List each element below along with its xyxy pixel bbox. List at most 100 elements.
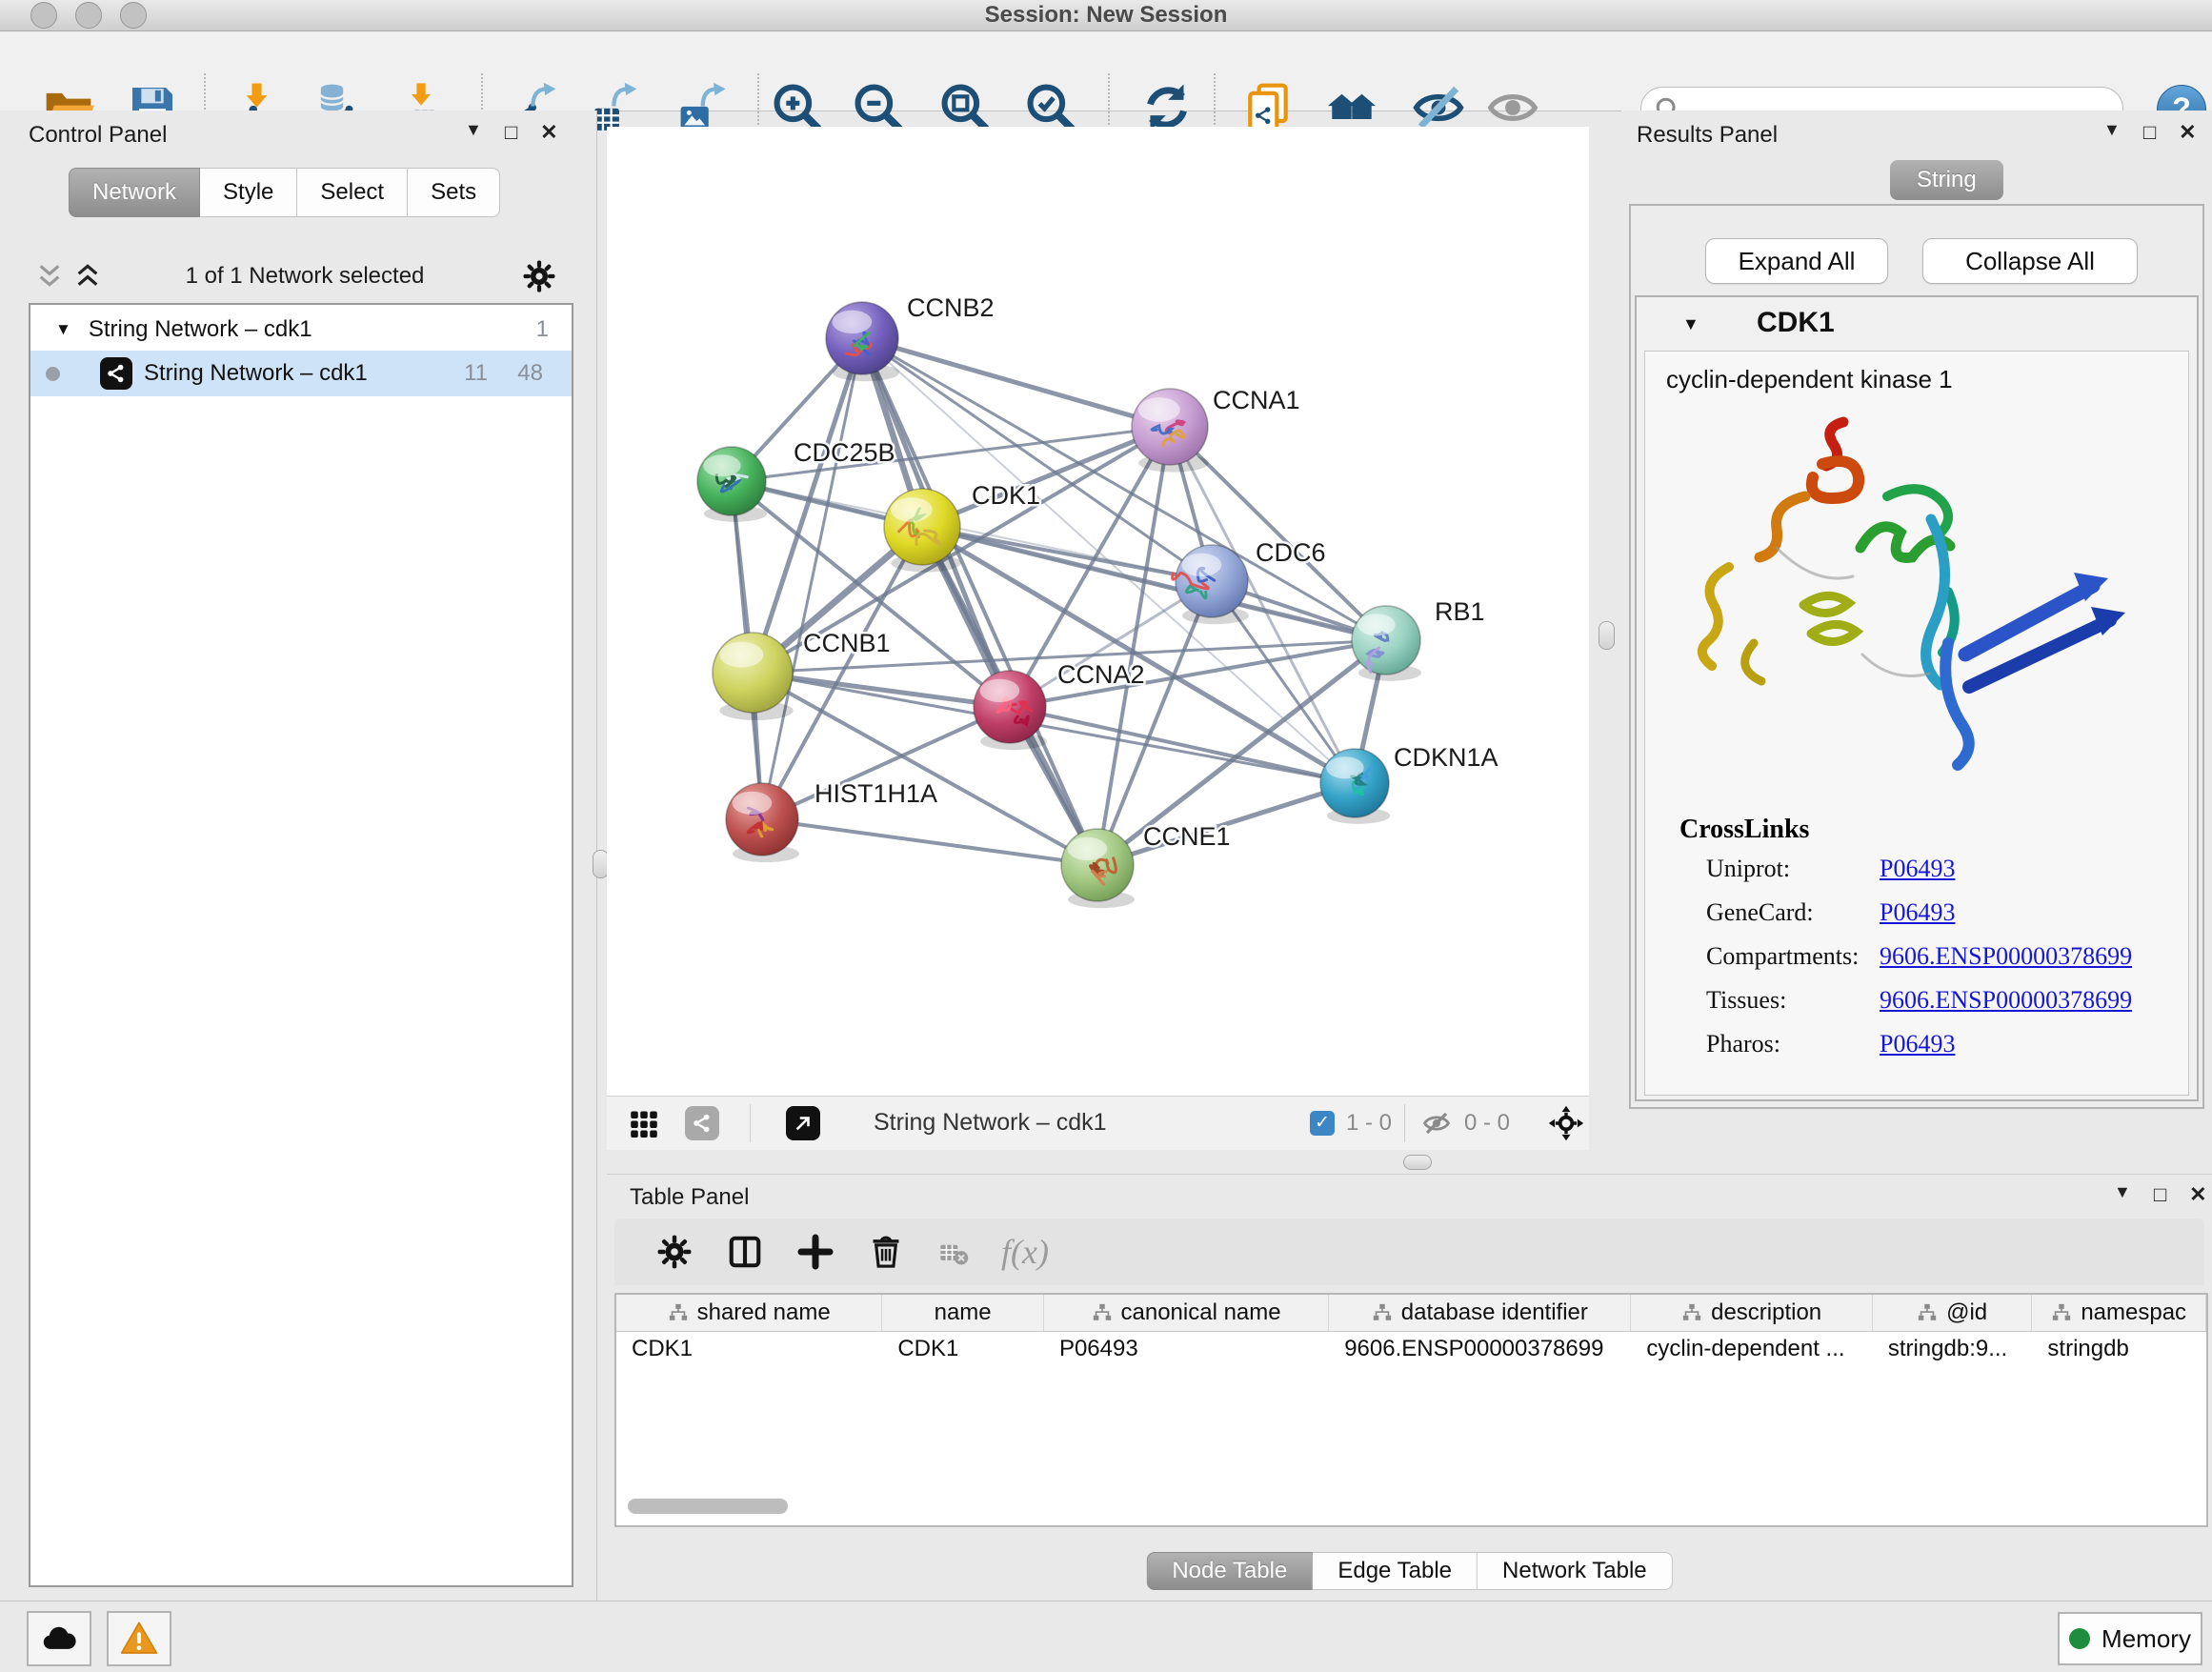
network-node-CCNA1[interactable] (1132, 389, 1209, 473)
network-node-CDKN1A[interactable] (1320, 749, 1390, 824)
table-cell[interactable]: P06493 (1044, 1332, 1329, 1366)
birdseye-grid-icon[interactable] (630, 1109, 658, 1138)
network-canvas[interactable]: CCNB2CCNA1CDC25BCDK1CDC6RB1CCNB1CCNA2CDK… (607, 127, 1589, 1096)
table-cell[interactable]: cyclin-dependent ... (1631, 1332, 1872, 1366)
expand-all-networks-icon[interactable] (72, 261, 103, 292)
selected-checkbox-icon[interactable]: ✓ (1310, 1111, 1335, 1136)
protein-description: cyclin-dependent kinase 1 (1666, 365, 1953, 394)
network-node-CDK1[interactable] (884, 489, 961, 573)
panel-close-icon[interactable]: ✕ (540, 120, 557, 145)
warnings-button[interactable] (107, 1611, 171, 1666)
network-node-CDC6[interactable] (1173, 545, 1249, 624)
edge-CCNB2-HIST1H1A[interactable] (762, 338, 862, 819)
status-bar: Memory (0, 1601, 2212, 1672)
cloud-icon (40, 1620, 78, 1658)
tab-sets[interactable]: Sets (408, 168, 500, 217)
column-header-database-identifier[interactable]: database identifier (1329, 1295, 1631, 1331)
hidden-eye-slash-icon[interactable] (1422, 1109, 1451, 1138)
edge-CCNB2-CCNA1[interactable] (862, 338, 1170, 427)
panel-menu-icon[interactable]: ▼ (465, 120, 482, 145)
memory-button[interactable]: Memory (2058, 1612, 2202, 1665)
network-share-badge-icon[interactable] (685, 1106, 719, 1140)
tab-style[interactable]: Style (200, 168, 297, 217)
network-node-CCNE1[interactable] (1061, 829, 1135, 908)
network-options-gear-icon[interactable] (522, 259, 556, 293)
network-collection-row[interactable]: ▼ String Network – cdk1 1 (30, 309, 572, 351)
column-header-@id[interactable]: @id (1873, 1295, 2033, 1331)
network-node-CCNB2[interactable] (826, 302, 899, 381)
network-node-CCNA2[interactable] (974, 671, 1047, 750)
table-cell[interactable]: stringdb (2032, 1332, 2206, 1366)
edge-HIST1H1A-CCNE1[interactable] (762, 819, 1097, 865)
table-cell[interactable]: stringdb:9... (1873, 1332, 2033, 1366)
panel-menu-icon[interactable]: ▼ (2103, 120, 2121, 145)
panel-float-icon[interactable]: □ (2154, 1182, 2166, 1207)
column-header-namespac[interactable]: namespac (2032, 1295, 2206, 1331)
column-header-shared-name[interactable]: shared name (616, 1295, 882, 1331)
network-type-icon (100, 357, 132, 390)
expand-all-button[interactable]: Expand All (1705, 238, 1888, 284)
table-header-row: shared namenamecanonical name database id… (616, 1295, 2206, 1332)
crosslink-label: Uniprot: (1706, 855, 1790, 883)
table-cell[interactable]: CDK1 (616, 1332, 882, 1366)
crosslink-link[interactable]: 9606.ENSP00000378699 (1880, 986, 2132, 1015)
column-header-name[interactable]: name (882, 1295, 1044, 1331)
panel-close-icon[interactable]: ✕ (2189, 1182, 2206, 1207)
fit-selected-move-icon[interactable] (1548, 1105, 1584, 1141)
panel-close-icon[interactable]: ✕ (2179, 120, 2196, 145)
panel-float-icon[interactable]: □ (505, 120, 517, 145)
crosslink-link[interactable]: P06493 (1880, 1030, 1955, 1058)
crosslink-label: GeneCard: (1706, 898, 1814, 927)
network-graph[interactable]: CCNB2CCNA1CDC25BCDK1CDC6RB1CCNB1CCNA2CDK… (607, 127, 1589, 1096)
horizontal-scrollbar-thumb[interactable] (628, 1499, 788, 1514)
tab-node-table[interactable]: Node Table (1146, 1552, 1313, 1590)
column-label: database identifier (1401, 1299, 1588, 1326)
section-collapse-icon[interactable]: ▼ (1682, 314, 1699, 334)
network-node-RB1[interactable] (1352, 606, 1421, 681)
network-node-CCNB1[interactable] (713, 633, 794, 720)
collection-expand-icon[interactable]: ▼ (55, 320, 71, 339)
add-column-icon[interactable] (797, 1234, 834, 1270)
delete-table-icon (938, 1238, 969, 1268)
table-cell[interactable]: 9606.ENSP00000378699 (1329, 1332, 1631, 1366)
table-options-gear-icon[interactable] (656, 1234, 693, 1270)
collection-label: String Network – cdk1 (89, 316, 312, 343)
crosslink-row: GeneCard: P06493 (1645, 898, 2188, 942)
network-view-title: String Network – cdk1 (874, 1109, 1107, 1137)
crosslink-link[interactable]: 9606.ENSP00000378699 (1880, 942, 2132, 971)
tab-edge-table[interactable]: Edge Table (1313, 1552, 1478, 1590)
panel-menu-icon[interactable]: ▼ (2114, 1182, 2131, 1207)
open-in-browser-icon[interactable] (786, 1106, 820, 1140)
network-node-HIST1H1A[interactable] (726, 783, 799, 862)
horizontal-splitter-handle[interactable] (1403, 1155, 1432, 1170)
crosslink-link[interactable]: P06493 (1880, 855, 1955, 883)
edge-CCNB2-RB1[interactable] (862, 338, 1386, 640)
panel-float-icon[interactable]: □ (2143, 120, 2156, 145)
title-bar: Session: New Session (0, 0, 2212, 31)
tab-network[interactable]: Network (69, 168, 200, 217)
right-splitter-handle[interactable] (1599, 621, 1615, 650)
tab-network-table[interactable]: Network Table (1478, 1552, 1673, 1590)
edge-CCNA2-CDKN1A[interactable] (1010, 707, 1355, 783)
cloud-status-button[interactable] (27, 1611, 91, 1666)
column-type-tree-icon (1372, 1302, 1393, 1323)
tab-string[interactable]: String (1890, 160, 2003, 200)
node-label-CCNB2: CCNB2 (907, 293, 995, 322)
delete-column-trash-icon[interactable] (868, 1234, 904, 1270)
node-table: shared namenamecanonical name database id… (614, 1293, 2208, 1527)
crosslink-label: Tissues: (1706, 986, 1786, 1015)
toolbar-separator (757, 73, 759, 132)
table-cell[interactable]: CDK1 (882, 1332, 1044, 1366)
collapse-all-button[interactable]: Collapse All (1922, 238, 2138, 284)
show-columns-icon[interactable] (727, 1234, 763, 1270)
column-header-description[interactable]: description (1631, 1295, 1872, 1331)
collapse-all-networks-icon[interactable] (34, 261, 65, 292)
node-label-CCNB1: CCNB1 (803, 629, 891, 657)
network-node-CDC25B[interactable] (697, 447, 767, 522)
crosslink-label: Compartments: (1706, 942, 1859, 971)
crosslink-link[interactable]: P06493 (1880, 898, 1955, 927)
tab-select[interactable]: Select (297, 168, 408, 217)
network-row-selected[interactable]: String Network – cdk1 11 48 (30, 351, 572, 396)
column-header-canonical-name[interactable]: canonical name (1044, 1295, 1329, 1331)
column-label: description (1711, 1299, 1821, 1326)
